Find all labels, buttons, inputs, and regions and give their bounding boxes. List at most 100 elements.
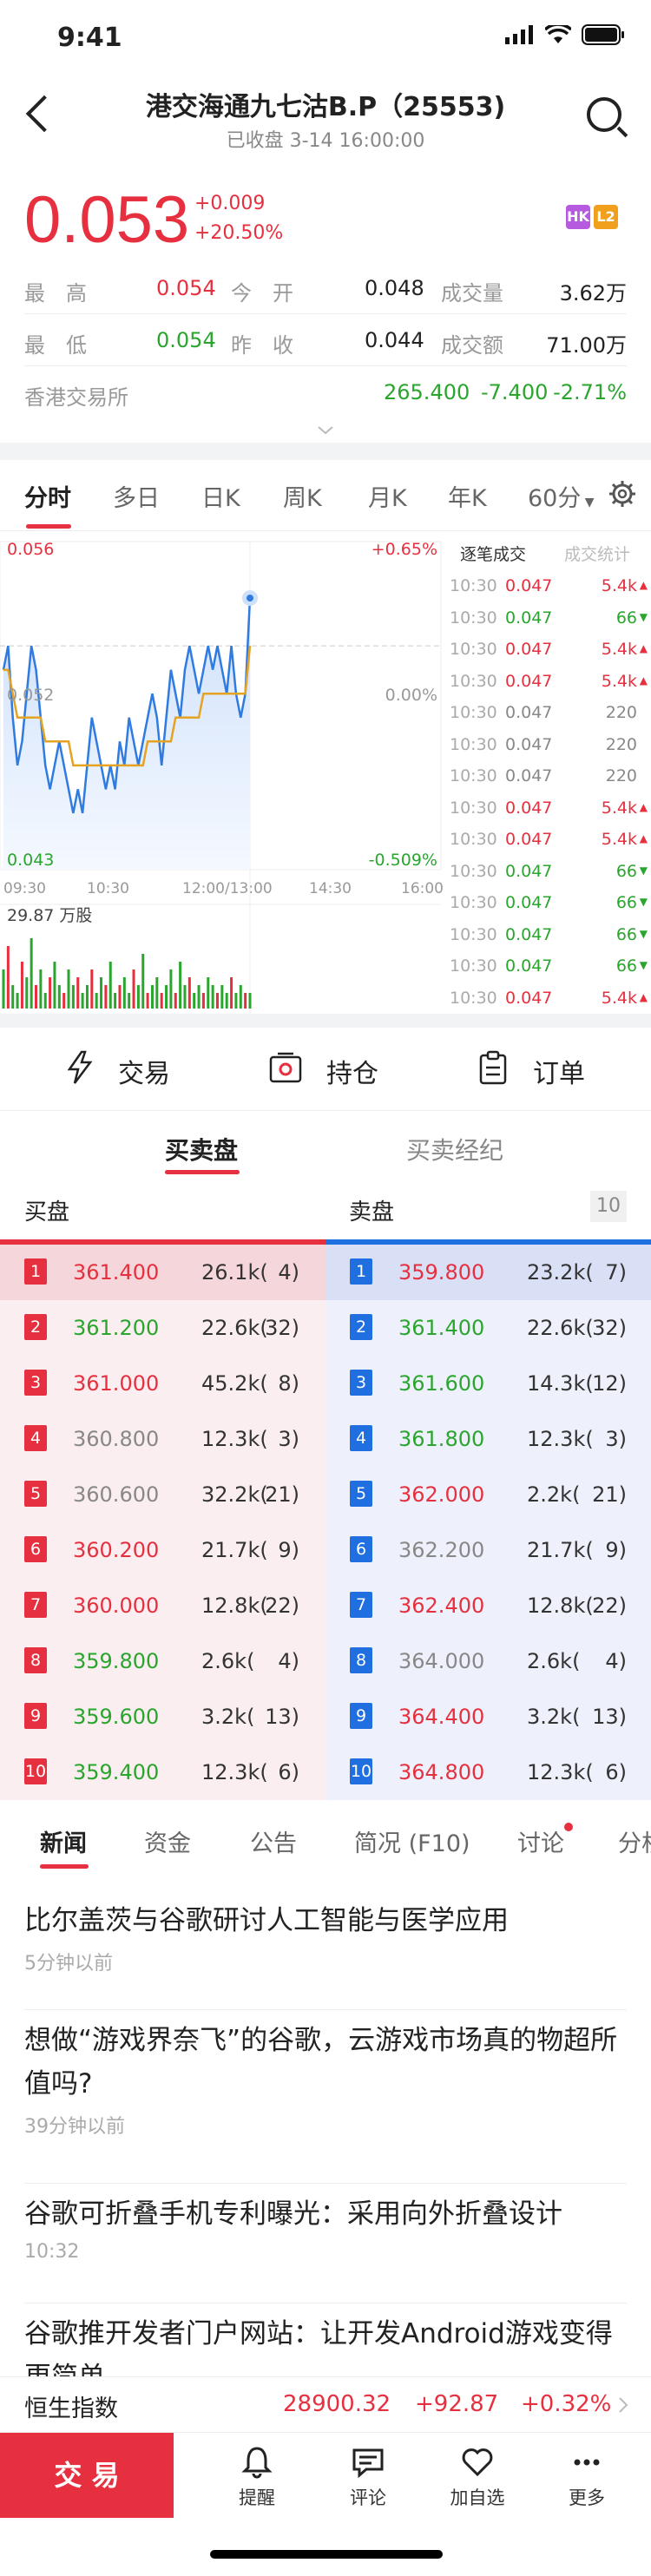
tab-f10[interactable]: 简况 (F10) — [354, 1824, 470, 1858]
tab-daily[interactable]: 日K — [201, 479, 240, 513]
home-indicator — [210, 2550, 443, 2559]
bid-price: 360.800 — [73, 1427, 160, 1451]
tab-intraday[interactable]: 分时 — [24, 479, 71, 513]
bid-level: 6 — [24, 1536, 47, 1562]
quote-row-low: 最 低 0.054 昨 收 0.044 成交额 71.00万 — [24, 314, 627, 366]
tab-trade-ticks[interactable]: 逐笔成交 — [460, 542, 526, 565]
volume-bar — [53, 962, 56, 1009]
bid-row[interactable]: 10 359.400 12.3k(6) — [0, 1745, 326, 1800]
tab-monthly[interactable]: 月K — [368, 479, 407, 513]
tick-volume: 66 — [615, 924, 637, 944]
search-icon[interactable] — [587, 97, 621, 132]
trade-action-button[interactable]: 交易 — [118, 1052, 170, 1090]
ask-row[interactable]: 8 364.000 2.6k(4) — [326, 1633, 651, 1689]
quote-row-exchange[interactable]: 香港交易所 265.400 -7.400 -2.71% — [24, 366, 627, 418]
ask-row[interactable]: 2 361.400 22.6k(32) — [326, 1300, 651, 1356]
tab-weekly[interactable]: 周K — [283, 479, 322, 513]
bid-title: 买盘 — [24, 1199, 70, 1226]
ask-count: 13) — [592, 1705, 627, 1729]
underlying-pct: -2.71% — [553, 380, 627, 404]
index-pct: +0.32% — [521, 2391, 612, 2417]
ask-count: 7) — [605, 1260, 627, 1285]
volume-bar — [146, 993, 149, 1009]
bid-row[interactable]: 9 359.600 3.2k(13) — [0, 1689, 326, 1745]
more-button[interactable]: 更多 — [543, 2445, 630, 2510]
ask-row[interactable]: 1 359.800 23.2k(7) — [326, 1245, 651, 1300]
ask-row[interactable]: 4 361.800 12.3k(3) — [326, 1411, 651, 1467]
bid-row[interactable]: 1 361.400 26.1k(4) — [0, 1245, 326, 1300]
tab-yearly[interactable]: 年K — [448, 479, 487, 513]
bid-row[interactable]: 3 361.000 45.2k(8) — [0, 1356, 326, 1411]
tick-price: 0.047 — [505, 766, 553, 785]
volume-bar — [215, 993, 219, 1009]
bid-price: 361.400 — [73, 1260, 160, 1285]
bid-count: 8) — [278, 1371, 299, 1396]
ask-level: 8 — [350, 1647, 372, 1673]
ask-price: 364.800 — [398, 1760, 485, 1784]
ask-row[interactable]: 6 362.200 21.7k(9) — [326, 1522, 651, 1578]
direction-arrow-icon: ▲ — [639, 642, 648, 654]
tab-funds[interactable]: 资金 — [144, 1824, 191, 1858]
tab-announcements[interactable]: 公告 — [250, 1824, 297, 1858]
ask-row[interactable]: 10 364.800 12.3k(6) — [326, 1745, 651, 1800]
volume-bar — [35, 985, 38, 1009]
news-item[interactable]: 谷歌可折叠手机专利曝光：采用向外折叠设计 10:32 — [24, 2192, 627, 2303]
ask-price: 361.400 — [398, 1316, 485, 1340]
ask-price: 364.000 — [398, 1649, 485, 1673]
add-watchlist-button[interactable]: 加自选 — [434, 2445, 521, 2510]
action-bar: 交易 持仓 订单 — [0, 1028, 651, 1111]
x-label: 10:30 — [87, 880, 129, 897]
ask-volume: 23.2k( — [527, 1260, 594, 1285]
tick-price: 0.047 — [505, 861, 553, 881]
bid-row[interactable]: 6 360.200 21.7k(9) — [0, 1522, 326, 1578]
ask-row[interactable]: 5 362.000 2.2k(21) — [326, 1467, 651, 1522]
tab-orderbook[interactable]: 买卖盘 — [165, 1132, 238, 1166]
news-item[interactable]: 想做“游戏界奈飞”的谷歌，云游戏市场真的物超所值吗? 39分钟以前 — [24, 2019, 627, 2184]
news-item[interactable]: 比尔盖茨与谷歌研讨人工智能与医学应用 5分钟以前 — [24, 1899, 627, 2010]
index-ticker[interactable]: 恒生指数 28900.32 +92.87 +0.32% — [0, 2376, 651, 2432]
volume-bar — [62, 993, 66, 1009]
tab-brokers[interactable]: 买卖经纪 — [406, 1132, 503, 1166]
ask-row[interactable]: 3 361.600 14.3k(12) — [326, 1356, 651, 1411]
depth-selector[interactable]: 10 — [590, 1191, 627, 1222]
expand-chevron-icon[interactable] — [317, 425, 334, 436]
bid-row[interactable]: 2 361.200 22.6k(32) — [0, 1300, 326, 1356]
bid-row[interactable]: 5 360.600 32.2k(21) — [0, 1467, 326, 1522]
trade-button[interactable]: 交 易 — [0, 2433, 174, 2518]
bid-row[interactable]: 8 359.800 2.6k(4) — [0, 1633, 326, 1689]
ask-row[interactable]: 9 364.400 3.2k(13) — [326, 1689, 651, 1745]
trade-tick-row: 10:30 0.047 220 — [444, 696, 651, 727]
low-value: 0.054 — [156, 328, 216, 352]
ask-level: 6 — [350, 1536, 372, 1562]
remind-button[interactable]: 提醒 — [214, 2445, 300, 2510]
ask-price: 362.200 — [398, 1538, 485, 1562]
comment-button[interactable]: 评论 — [325, 2445, 411, 2510]
ask-count: 22) — [592, 1594, 627, 1618]
index-value: 28900.32 — [283, 2391, 391, 2417]
position-action-button[interactable]: 持仓 — [326, 1052, 378, 1090]
tab-discussion[interactable]: 讨论 — [517, 1824, 564, 1858]
tick-price: 0.047 — [505, 640, 553, 659]
ask-row[interactable]: 7 362.400 12.8k(22) — [326, 1578, 651, 1633]
bid-price: 359.600 — [73, 1705, 160, 1729]
volume-bar — [207, 977, 210, 1009]
current-price: 0.053 — [24, 183, 190, 257]
y-axis-high: 0.056 — [7, 540, 55, 559]
tick-time: 10:30 — [450, 956, 497, 976]
bid-row[interactable]: 7 360.000 12.8k(22) — [0, 1578, 326, 1633]
order-action-button[interactable]: 订单 — [533, 1052, 585, 1090]
bid-price: 360.200 — [73, 1538, 160, 1562]
tab-news[interactable]: 新闻 — [40, 1824, 87, 1858]
ask-count: 4) — [605, 1649, 627, 1673]
settings-gear-icon[interactable] — [608, 479, 637, 509]
tick-volume: 5.4k — [601, 988, 637, 1008]
tab-multiday[interactable]: 多日 — [113, 479, 160, 513]
tab-60min[interactable]: 60分 ▼ — [528, 479, 595, 513]
bid-row[interactable]: 4 360.800 12.3k(3) — [0, 1411, 326, 1467]
high-value: 0.054 — [156, 276, 216, 300]
price-change: +0.009 — [194, 193, 266, 214]
intraday-chart[interactable]: 0.056 0.052 0.043 +0.65% 0.00% -0.509% 0… — [0, 531, 444, 1014]
tab-trade-stats[interactable]: 成交统计 — [564, 542, 630, 565]
tab-analysis[interactable]: 分析 — [618, 1824, 651, 1858]
ask-price: 364.400 — [398, 1705, 485, 1729]
